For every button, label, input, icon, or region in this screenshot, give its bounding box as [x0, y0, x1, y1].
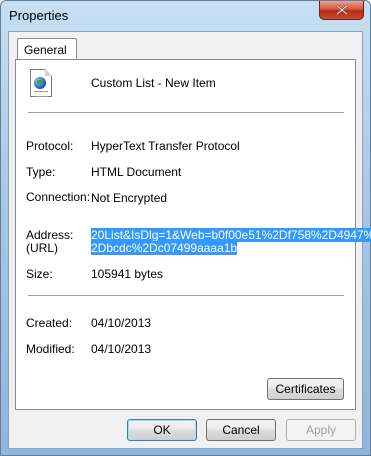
connection-label: Connection: [26, 190, 91, 204]
title-bar[interactable]: Properties [1, 1, 370, 29]
cancel-button[interactable]: Cancel [206, 419, 276, 441]
ok-button[interactable]: OK [127, 419, 197, 441]
address-line-2: 2Dbcdc%2Dc07499aaaa1b [91, 241, 238, 255]
certificates-button[interactable]: Certificates [267, 378, 344, 400]
divider [28, 295, 344, 297]
address-url-label: (URL) [26, 241, 58, 255]
dialog-body: General Custom List - New Item Protocol:… [8, 31, 371, 449]
tab-general[interactable]: General [17, 38, 77, 60]
protocol-label: Protocol: [26, 139, 74, 153]
protocol-value: HyperText Transfer Protocol [91, 139, 240, 153]
close-icon [336, 5, 348, 15]
apply-button[interactable]: Apply [286, 419, 356, 441]
size-value: 105941 bytes [91, 267, 164, 281]
type-label: Type: [26, 165, 56, 179]
general-panel: Custom List - New Item Protocol: HyperTe… [15, 59, 371, 410]
type-value: HTML Document [91, 165, 182, 179]
item-name: Custom List - New Item [91, 76, 216, 90]
modified-value: 04/10/2013 [91, 342, 152, 356]
address-label: Address: [26, 228, 74, 242]
connection-value: Not Encrypted [91, 191, 168, 205]
close-button[interactable] [319, 1, 364, 20]
properties-dialog: Properties General Custom List - New Ite… [0, 0, 371, 456]
created-label: Created: [26, 316, 73, 330]
modified-label: Modified: [26, 342, 75, 356]
divider [28, 112, 344, 114]
window-title: Properties [9, 8, 69, 23]
address-value[interactable]: 20List&IsDlg=1&Web=b0f00e51%2Df758%2D494… [91, 228, 371, 255]
tab-general-label: General [24, 43, 67, 57]
size-label: Size: [26, 267, 53, 281]
html-document-icon [30, 69, 52, 97]
created-value: 04/10/2013 [91, 316, 152, 330]
address-line-1: 20List&IsDlg=1&Web=b0f00e51%2Df758%2D494… [91, 228, 371, 242]
